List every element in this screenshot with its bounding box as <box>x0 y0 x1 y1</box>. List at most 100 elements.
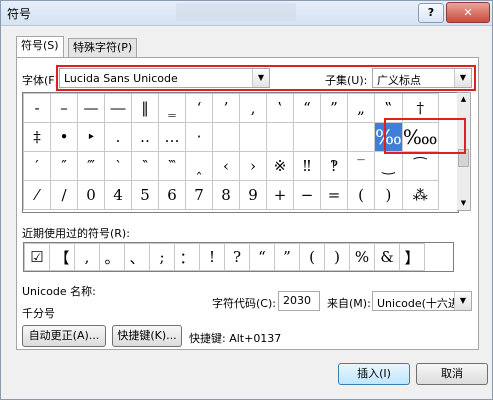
symbol-cell[interactable] <box>266 122 294 152</box>
symbol-cell[interactable] <box>347 122 375 152</box>
scroll-up-icon[interactable]: ▲ <box>457 93 470 106</box>
symbol-cell[interactable]: - <box>23 93 51 123</box>
grid-row: ⁄/0 4 5 6 7 8 9 + − =() ⁂ <box>23 180 439 210</box>
recent-symbol[interactable]: ： <box>174 243 200 271</box>
symbol-cell[interactable]: “ <box>293 93 321 123</box>
symbol-cell[interactable]: ⁂ <box>401 180 439 210</box>
symbol-cell[interactable]: ‿ <box>374 151 403 181</box>
symbol-cell[interactable]: ‘ <box>185 93 213 123</box>
symbol-cell[interactable]: – <box>50 93 78 123</box>
symbol-cell[interactable]: + <box>266 180 294 210</box>
symbol-cell[interactable]: ‥ <box>131 122 159 152</box>
char-code-label: 字符代码(C): <box>212 297 276 310</box>
symbol-cell[interactable]: ‾ <box>347 151 375 181</box>
symbol-cell[interactable]: ‸ <box>185 151 213 181</box>
recent-row: ☑ 【,。、;：!? “”()% &】 <box>24 243 425 271</box>
recent-symbol[interactable]: 】 <box>399 243 425 271</box>
symbol-cell[interactable]: ″ <box>50 151 78 181</box>
from-select[interactable]: Unicode(十六进 ▼ <box>372 291 472 311</box>
dialog-title: 符号 <box>7 7 32 21</box>
recent-symbol[interactable]: ) <box>324 243 350 271</box>
symbol-cell[interactable]: ‡ <box>23 122 51 152</box>
cancel-button[interactable]: 取消 <box>416 363 488 385</box>
recent-symbols-label: 近期使用过的符号(R): <box>22 227 130 240</box>
symbol-cell[interactable]: ” <box>320 93 348 123</box>
symbol-cell[interactable] <box>239 122 267 152</box>
symbol-cell[interactable]: 4 <box>104 180 132 210</box>
symbol-cell[interactable]: ‛ <box>266 93 294 123</box>
symbol-cell[interactable]: ‹ <box>212 151 240 181</box>
recent-symbol[interactable]: ” <box>274 243 300 271</box>
symbol-cell[interactable]: 9 <box>239 180 267 210</box>
symbol-cell[interactable] <box>212 122 240 152</box>
char-code-input[interactable]: 2030 <box>278 291 320 311</box>
grid-row: - – — ― ‖ ‗ ‘’ ‚ ‛ “” „ ‟ † <box>23 93 439 123</box>
symbol-cell[interactable]: › <box>239 151 267 181</box>
symbol-cell[interactable]: ‖ <box>131 93 159 123</box>
highlight-box-selected-symbol <box>384 118 466 154</box>
grid-row: ′ ″ ‴ ‵ ‶ ‷ ‸ ‹ › ※ ‼ ‽ ‾ ‿ ⁀ <box>23 151 439 181</box>
recent-symbol[interactable]: ; <box>149 243 175 271</box>
recent-symbol[interactable]: & <box>374 243 400 271</box>
symbol-cell[interactable]: ⁄ <box>23 180 51 210</box>
from-label: 来自(M): <box>327 297 371 310</box>
title-bar[interactable]: 符号 ? ✕ <box>1 1 492 26</box>
symbol-cell[interactable]: ‽ <box>320 151 348 181</box>
symbol-cell[interactable]: — <box>77 93 105 123</box>
symbol-cell[interactable]: 8 <box>212 180 240 210</box>
symbol-cell[interactable]: ‼ <box>293 151 321 181</box>
symbol-cell[interactable]: ′ <box>23 151 51 181</box>
autocorrect-button[interactable]: 自动更正(A)... <box>22 325 106 347</box>
shortcut-key-button[interactable]: 快捷键(K)... <box>112 325 182 347</box>
symbol-cell[interactable]: ⁀ <box>401 151 439 181</box>
recent-symbol[interactable]: ! <box>199 243 225 271</box>
chevron-down-icon[interactable]: ▼ <box>454 292 471 310</box>
symbol-cell[interactable]: = <box>320 180 348 210</box>
recent-symbol[interactable]: “ <box>249 243 275 271</box>
tab-symbols[interactable]: 符号(S) <box>16 36 64 57</box>
symbol-cell[interactable]: 6 <box>158 180 186 210</box>
symbol-cell[interactable]: − <box>293 180 321 210</box>
symbol-cell[interactable]: ‚ <box>239 93 267 123</box>
tab-special-characters[interactable]: 特殊字符(P) <box>68 38 138 57</box>
unicode-char-name: 千分号 <box>22 307 55 320</box>
symbol-cell[interactable]: / <box>50 180 78 210</box>
symbol-cell[interactable]: • <box>50 122 78 152</box>
recent-symbols: ☑ 【,。、;：!? “”()% &】 <box>23 242 454 272</box>
recent-symbol[interactable]: % <box>349 243 375 271</box>
symbol-cell[interactable]: ‴ <box>77 151 105 181</box>
symbol-cell[interactable]: 0 <box>77 180 105 210</box>
recent-symbol[interactable]: ☑ <box>24 243 50 271</box>
symbol-cell[interactable]: ‣ <box>77 122 105 152</box>
symbol-cell[interactable]: „ <box>347 93 375 123</box>
close-button[interactable]: ✕ <box>446 2 490 23</box>
symbol-cell[interactable]: ) <box>374 180 403 210</box>
symbol-cell[interactable]: ‧ <box>185 122 213 152</box>
symbol-cell[interactable]: ― <box>104 93 132 123</box>
symbol-cell[interactable]: ※ <box>266 151 294 181</box>
unicode-name-label: Unicode 名称: <box>22 285 96 298</box>
symbol-cell[interactable]: ‷ <box>158 151 186 181</box>
recent-symbol[interactable]: 、 <box>124 243 150 271</box>
symbol-cell[interactable]: … <box>158 122 186 152</box>
symbol-cell[interactable]: ‗ <box>158 93 186 123</box>
recent-symbol[interactable]: ? <box>224 243 250 271</box>
help-button[interactable]: ? <box>418 3 444 23</box>
recent-symbol[interactable]: 【 <box>49 243 75 271</box>
from-value: Unicode(十六进 <box>377 297 459 310</box>
symbol-cell[interactable]: ( <box>347 180 375 210</box>
symbol-cell[interactable] <box>320 122 348 152</box>
symbol-cell[interactable]: ․ <box>104 122 132 152</box>
recent-symbol[interactable]: ( <box>299 243 325 271</box>
symbol-cell[interactable]: ’ <box>212 93 240 123</box>
recent-symbol[interactable]: , <box>74 243 100 271</box>
recent-symbol[interactable]: 。 <box>99 243 125 271</box>
symbol-cell[interactable] <box>293 122 321 152</box>
symbol-cell[interactable]: ‶ <box>131 151 159 181</box>
highlight-box-font-subset <box>56 65 476 91</box>
symbol-cell[interactable]: ‵ <box>104 151 132 181</box>
scroll-down-icon[interactable]: ▼ <box>457 197 470 210</box>
symbol-cell[interactable]: 7 <box>185 180 213 210</box>
symbol-cell[interactable]: 5 <box>131 180 159 210</box>
insert-button[interactable]: 插入(I) <box>338 363 410 385</box>
